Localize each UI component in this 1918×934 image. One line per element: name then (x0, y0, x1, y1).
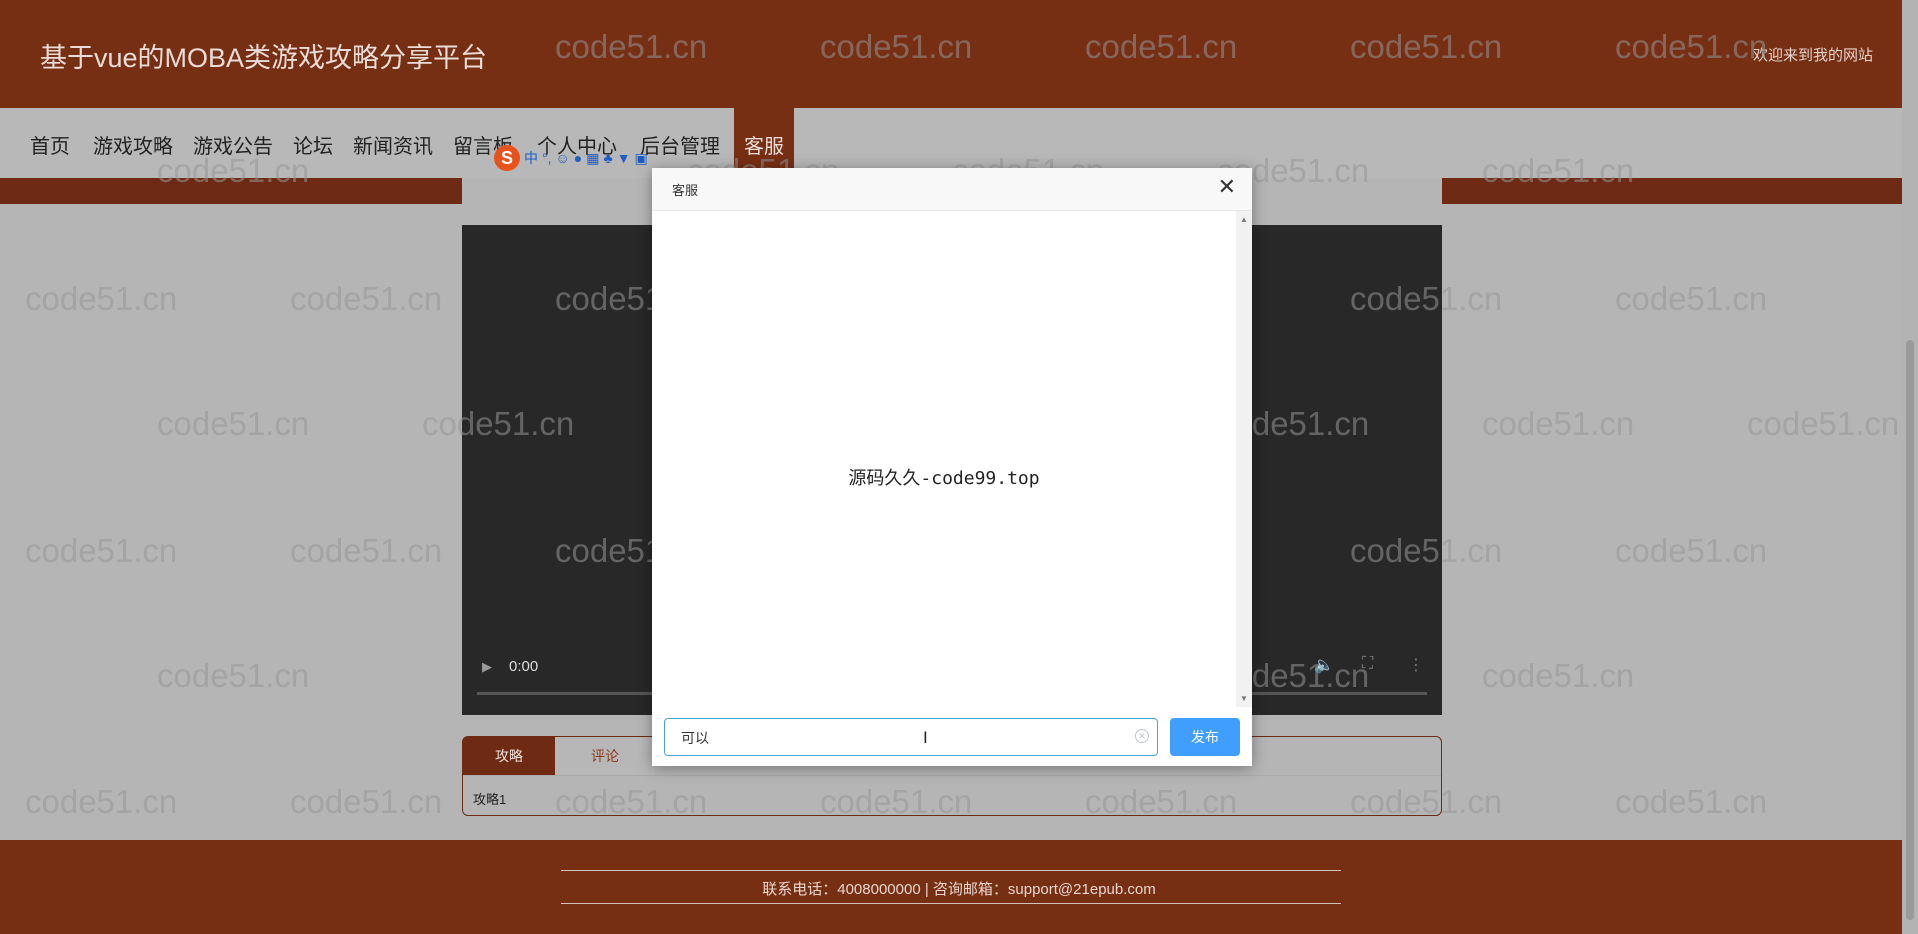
close-icon[interactable]: ✕ (1218, 174, 1236, 200)
chat-scrollbar[interactable]: ▲ ▼ (1236, 211, 1252, 707)
clear-icon[interactable]: ✕ (1135, 729, 1149, 743)
video-time: 0:00 (509, 658, 539, 675)
watermark: code51.cn (1747, 405, 1900, 442)
ime-shirt-icon[interactable]: ▼ (617, 150, 631, 166)
volume-icon[interactable]: 🔈 (1314, 655, 1334, 675)
ime-logo-icon[interactable]: S (494, 145, 520, 171)
nav-news[interactable]: 新闻资讯 (353, 130, 433, 159)
nav-forum[interactable]: 论坛 (293, 130, 333, 159)
ime-punctuation-icon[interactable]: °, (542, 150, 552, 166)
ime-skin-icon[interactable]: ♣ (604, 150, 613, 166)
ime-keyboard-icon[interactable]: ▦ (586, 150, 599, 167)
tab-comments[interactable]: 评论 (555, 737, 655, 775)
watermark: code51.cn (1615, 280, 1768, 317)
watermark: code51.cn (290, 532, 443, 569)
watermark: code51.cn (1482, 405, 1635, 442)
watermark: code51.cn (1482, 657, 1635, 694)
nav-admin[interactable]: 后台管理 (640, 130, 720, 159)
nav-game-announcements[interactable]: 游戏公告 (193, 130, 273, 159)
ime-toolbar[interactable]: S 中 °, ☺ ● ▦ ♣ ▼ ▣ (494, 145, 648, 171)
watermark: code51.cn (25, 783, 178, 820)
footer-contact: 联系电话：4008000000 | 咨询邮箱：support@21epub.co… (762, 881, 1156, 898)
page-scrollbar-thumb[interactable] (1906, 340, 1914, 920)
welcome-text: 欢迎来到我的网站 (1752, 47, 1873, 64)
play-icon[interactable]: ▶ (482, 659, 492, 675)
watermark: code51.cn (290, 280, 443, 317)
tab-guide[interactable]: 攻略 (463, 737, 555, 775)
ime-emoji-icon[interactable]: ☺ (556, 150, 570, 166)
watermark: code51.cn (290, 783, 443, 820)
watermark: code51.cn (157, 405, 310, 442)
site-footer: 联系电话：4008000000 | 咨询邮箱：support@21epub.co… (0, 840, 1918, 934)
content-band-left (0, 178, 462, 204)
site-title: 基于vue的MOBA类游戏攻略分享平台 (40, 43, 488, 73)
fullscreen-icon[interactable]: ⛶ (1362, 655, 1373, 673)
scroll-down-icon[interactable]: ▼ (1240, 694, 1248, 703)
page-scrollbar[interactable] (1902, 0, 1918, 934)
footer-divider-top (561, 870, 1341, 871)
customer-service-dialog: 客服 ✕ 源码久久-code99.top ▲ ▼ I ✕ 发布 (652, 168, 1252, 766)
dialog-header: 客服 ✕ (652, 168, 1252, 211)
send-button[interactable]: 发布 (1170, 718, 1240, 756)
watermark: code51.cn (1615, 783, 1768, 820)
scroll-up-icon[interactable]: ▲ (1240, 215, 1248, 224)
watermark: code51.cn (157, 657, 310, 694)
content-band-right (1442, 178, 1902, 204)
site-header: 基于vue的MOBA类游戏攻略分享平台 欢迎来到我的网站 (0, 0, 1918, 108)
chat-message: 源码久久-code99.top (848, 468, 1040, 489)
nav-game-guides[interactable]: 游戏攻略 (93, 130, 173, 159)
dialog-title: 客服 (672, 183, 699, 198)
tab-content: 攻略1 (473, 792, 507, 807)
chat-input[interactable] (679, 719, 1113, 757)
nav-home[interactable]: 首页 (30, 130, 70, 159)
text-cursor-icon: I (923, 728, 928, 747)
ime-grid-icon[interactable]: ▣ (635, 150, 648, 167)
ime-chinese-mode-icon[interactable]: 中 (524, 148, 538, 168)
tab-divider (463, 775, 1441, 776)
more-options-icon[interactable]: ⋮ (1408, 655, 1424, 675)
chat-message-area[interactable]: 源码久久-code99.top (652, 211, 1236, 707)
footer-divider-bottom (561, 903, 1341, 904)
watermark: code51.cn (25, 532, 178, 569)
watermark: code51.cn (25, 280, 178, 317)
chat-input-wrapper[interactable]: I ✕ (664, 718, 1158, 757)
watermark: code51.cn (1615, 532, 1768, 569)
ime-voice-icon[interactable]: ● (574, 150, 582, 166)
